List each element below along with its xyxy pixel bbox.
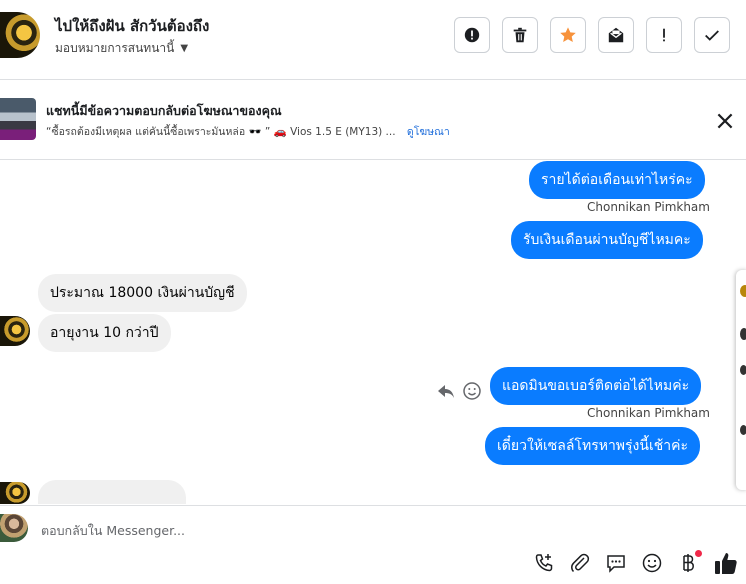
popover-avatar <box>740 285 746 297</box>
call-button[interactable] <box>533 552 555 574</box>
thumbs-up-icon[interactable] <box>713 550 739 576</box>
emoji-button[interactable] <box>641 552 663 574</box>
contact-avatar-small <box>0 316 30 346</box>
assign-conversation-label: มอบหมายการสนทนานี้ <box>55 41 175 55</box>
notification-dot <box>695 550 702 557</box>
ad-banner-description: “ซื้อรถต้องมีเหตุผล แต่คันนี้ซื้อเพราะมั… <box>46 123 450 140</box>
reply-input[interactable]: ตอบกลับใน Messenger... <box>41 521 185 541</box>
message-sender: Chonnikan Pimkham <box>587 406 710 420</box>
contact-avatar-small <box>0 482 30 504</box>
mark-done-button[interactable] <box>694 17 730 53</box>
user-avatar <box>0 514 28 542</box>
saved-replies-button[interactable] <box>605 552 627 574</box>
composer-toolbar <box>533 550 702 574</box>
smiley-icon <box>642 553 662 573</box>
close-banner-icon[interactable] <box>714 110 736 132</box>
checkmark-icon <box>705 30 719 41</box>
message-bubble[interactable]: แอดมินขอเบอร์ติดต่อได้ไหมค่ะ <box>490 367 702 405</box>
message-dots-icon <box>607 555 625 573</box>
message-bubble[interactable]: เดี๋ยวให้เซลล์โทรหาพรุ่งนี้เช้าค่ะ <box>485 427 700 465</box>
exclamation-icon <box>663 28 665 42</box>
envelope-open-icon <box>608 27 624 43</box>
report-spam-button[interactable] <box>454 17 490 53</box>
message-bubble[interactable]: อายุงาน 10 กว่าปี <box>38 314 171 352</box>
popover-icon <box>740 425 746 435</box>
star-button[interactable] <box>550 17 586 53</box>
message-bubble[interactable]: รับเงินเดือนผ่านบัญชีไหมคะ <box>511 221 703 259</box>
assign-conversation[interactable]: มอบหมายการสนทนานี้ ▼ <box>55 39 188 58</box>
alert-circle-icon <box>464 27 480 43</box>
attach-button[interactable] <box>569 552 591 574</box>
ad-thumbnail[interactable] <box>0 98 36 140</box>
mark-unread-button[interactable] <box>598 17 634 53</box>
paperclip-icon <box>571 553 590 573</box>
contact-name[interactable]: ไปให้ถึงฝัน สักวันต้องถึง <box>55 14 209 38</box>
trash-icon <box>513 27 527 43</box>
message-bubble[interactable]: รายได้ต่อเดือนเท่าไหร่คะ <box>529 161 705 199</box>
ad-description-text: “ซื้อรถต้องมีเหตุผล แต่คันนี้ซื้อเพราะมั… <box>46 126 396 138</box>
phone-plus-icon <box>535 554 553 572</box>
side-popover-edge <box>736 270 746 490</box>
view-ad-link[interactable]: ดูโฆษณา <box>407 126 450 138</box>
popover-icon <box>740 328 746 340</box>
caret-down-icon: ▼ <box>180 43 189 54</box>
message-sender: Chonnikan Pimkham <box>587 200 710 214</box>
emoji-react-icon[interactable] <box>462 381 482 401</box>
header-actions <box>454 17 730 53</box>
message-bubble[interactable]: ประมาณ 18000 เงินผ่านบัญชี <box>38 274 247 312</box>
ad-banner-title: แชทนี้มีข้อความตอบกลับต่อโฆษณาของคุณ <box>46 103 282 118</box>
star-icon <box>560 27 576 43</box>
delete-button[interactable] <box>502 17 538 53</box>
message-hover-actions <box>436 381 482 401</box>
reply-icon[interactable] <box>436 381 456 401</box>
payment-button[interactable] <box>677 550 702 574</box>
important-button[interactable] <box>646 17 682 53</box>
popover-icon <box>740 365 746 375</box>
message-bubble-partial <box>38 480 186 504</box>
